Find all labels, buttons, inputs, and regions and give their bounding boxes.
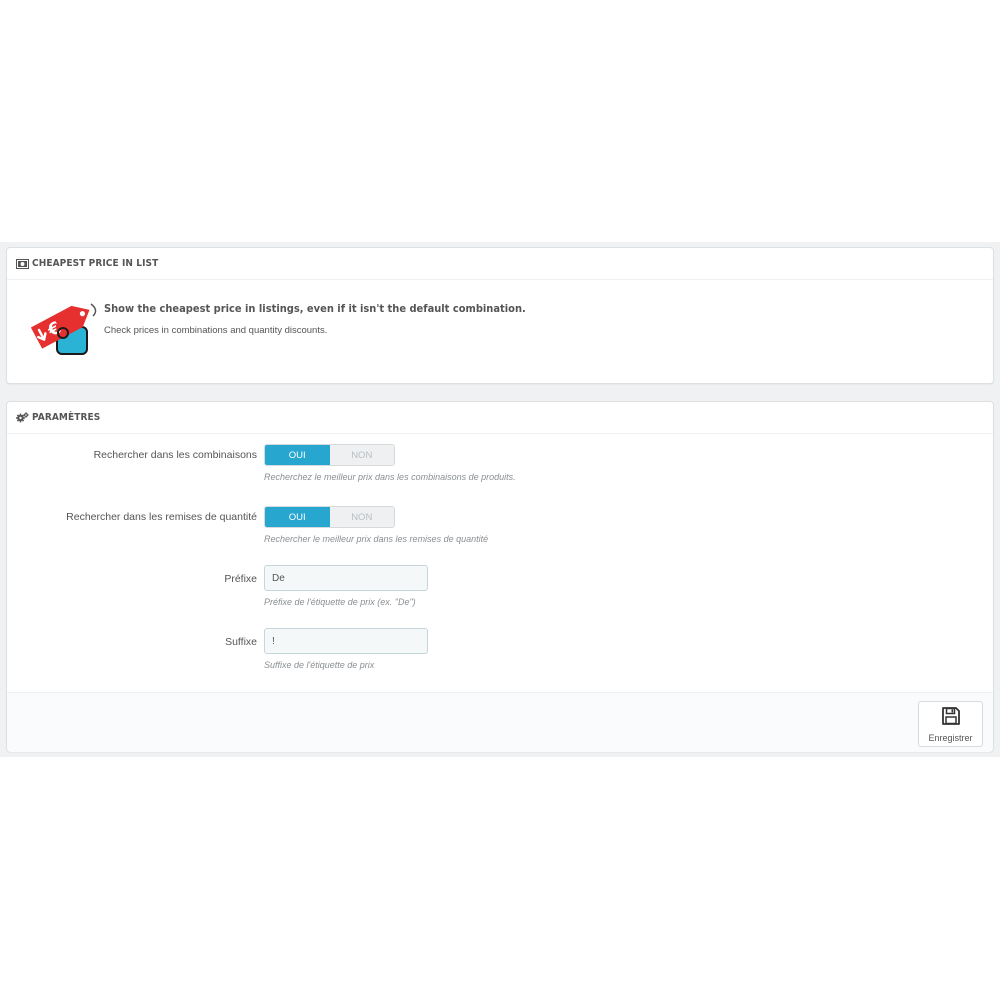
quantity-discounts-help: Rechercher le meilleur prix dans les rem…: [264, 534, 489, 544]
quantity-discounts-switch[interactable]: OUI NON: [264, 506, 395, 528]
settings-panel-footer: Enregistrer: [7, 692, 993, 752]
combinations-yes-option[interactable]: OUI: [265, 445, 330, 465]
suffix-help: Suffixe de l'étiquette de prix: [264, 660, 375, 670]
floppy-disk-icon: [941, 706, 961, 731]
module-info-heading-text: CHEAPEST PRICE IN LIST: [32, 258, 159, 269]
module-info-heading: CHEAPEST PRICE IN LIST: [7, 248, 993, 280]
save-button[interactable]: Enregistrer: [918, 701, 983, 747]
module-config-area: CHEAPEST PRICE IN LIST € Show the cheape…: [0, 242, 1000, 757]
price-tag-euro-logo: €: [27, 296, 101, 362]
money-icon: [15, 258, 29, 270]
suffix-input[interactable]: [264, 628, 428, 654]
combinations-no-option[interactable]: NON: [329, 445, 394, 465]
prefix-input[interactable]: [264, 565, 428, 591]
settings-panel: PARAMÈTRES Rechercher dans les combinais…: [6, 401, 994, 752]
quantity-discounts-no-option[interactable]: NON: [329, 507, 394, 527]
settings-heading: PARAMÈTRES: [7, 402, 993, 434]
module-info-panel: CHEAPEST PRICE IN LIST € Show the cheape…: [6, 247, 994, 384]
combinations-switch[interactable]: OUI NON: [264, 444, 395, 466]
quantity-discounts-label: Rechercher dans les remises de quantité: [66, 511, 257, 523]
suffix-label: Suffixe: [225, 636, 257, 648]
settings-heading-text: PARAMÈTRES: [32, 412, 101, 423]
module-title: Show the cheapest price in listings, eve…: [104, 302, 526, 315]
combinations-label: Rechercher dans les combinaisons: [93, 449, 257, 461]
save-button-label: Enregistrer: [928, 732, 973, 743]
prefix-label: Préfixe: [224, 573, 257, 585]
cogs-icon: [15, 412, 29, 424]
quantity-discounts-yes-option[interactable]: OUI: [265, 507, 330, 527]
module-description: Check prices in combinations and quantit…: [104, 325, 328, 336]
combinations-help: Recherchez le meilleur prix dans les com…: [264, 472, 516, 482]
prefix-help: Préfixe de l'étiquette de prix (ex. "De"…: [264, 597, 416, 607]
